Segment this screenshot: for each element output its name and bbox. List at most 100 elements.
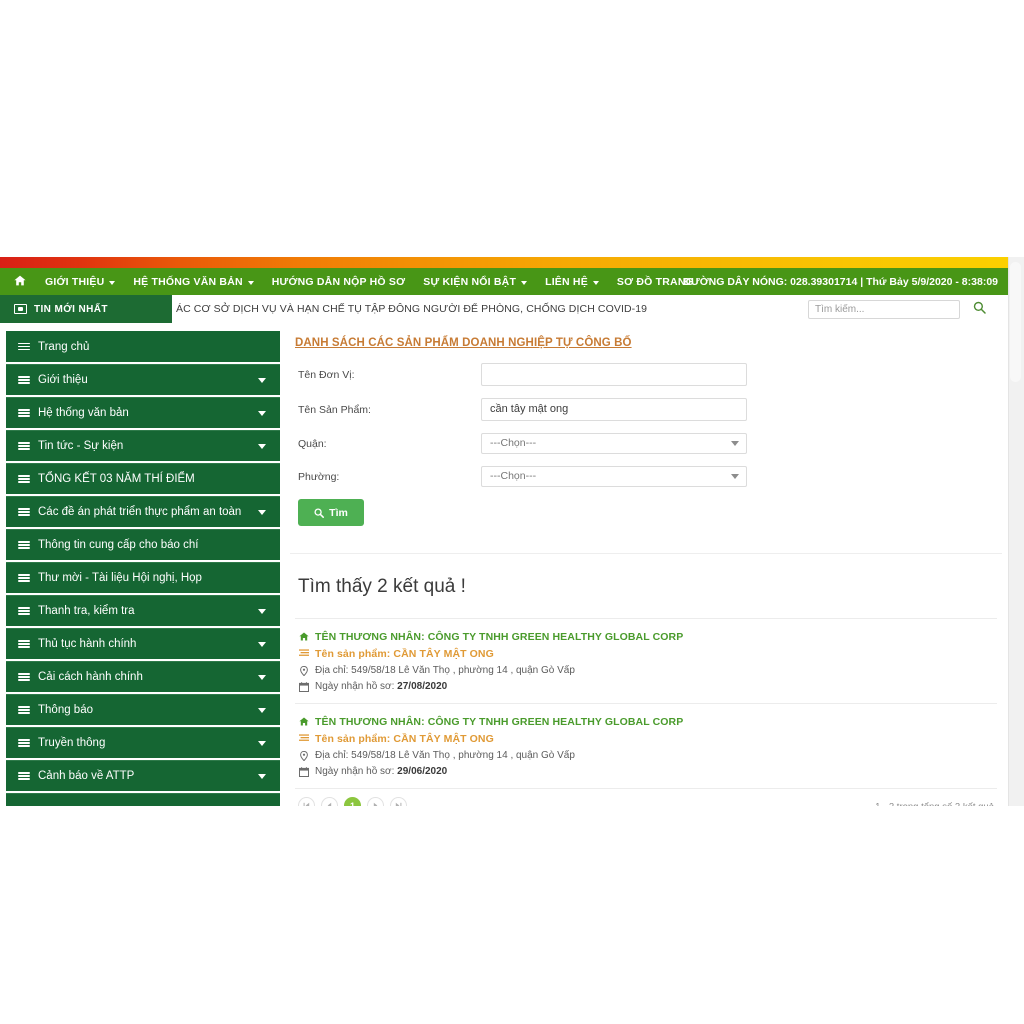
result-product: Tên sản phẩm: CẦN TÂY MẬT ONG (315, 648, 494, 660)
menu-lines-icon (18, 442, 30, 450)
sidebar-item-thanh-tra-kiem-tra[interactable]: Thanh tra, kiểm tra (6, 595, 280, 626)
sidebar-item-cai-cach-hanh-chinh[interactable]: Cải cách hành chính (6, 661, 280, 692)
search-form: Tên Đơn Vị: Tên Sản Phẩm: cần tây mật on… (290, 351, 1002, 537)
chevron-down-icon (258, 675, 266, 680)
results-heading: Tìm thấy 2 kết quả ! (298, 576, 466, 597)
sidebar-item-thong-tin-cung-cap-cho-bao-chi[interactable]: Thông tin cung cấp cho báo chí (6, 529, 280, 560)
select-phuong[interactable]: ---Chọn--- (481, 466, 747, 487)
page-number-button[interactable]: 1 (344, 797, 361, 806)
news-board-icon (14, 304, 27, 314)
input-ten-san-pham[interactable]: cần tây mật ong (481, 398, 747, 421)
nav-item-gioi-thieu[interactable]: GIỚI THIỆU (36, 268, 124, 295)
nav-label: HƯỚNG DẪN NỘP HỒ SƠ (271, 275, 406, 288)
sidebar-item-trang-chu[interactable]: Trang chủ (6, 331, 280, 362)
menu-lines-icon (18, 673, 30, 681)
chevron-down-icon (109, 280, 116, 285)
address-value: 549/58/18 Lê Văn Thọ , phường 14 , quận … (351, 665, 575, 676)
result-merchant: TÊN THƯƠNG NHÂN: CÔNG TY TNHH GREEN HEAL… (315, 716, 684, 728)
sidebar-item-label: Tin tức - Sự kiện (38, 440, 124, 452)
sidebar-item-partial[interactable] (6, 793, 280, 806)
page-title: DANH SÁCH CÁC SẢN PHẨM DOANH NGHIỆP TỰ C… (295, 337, 632, 349)
form-row-quan: Quận: ---Chọn--- (295, 433, 1002, 454)
menu-lines-icon (18, 772, 30, 780)
first-page-icon[interactable] (298, 797, 315, 806)
results-panel: Tìm thấy 2 kết quả ! TÊN THƯƠNG NHÂN: CÔ… (290, 553, 1002, 806)
home-solid-icon (298, 716, 309, 726)
sidebar-item-canh-bao-ve-attp[interactable]: Cảnh báo về ATTP (6, 760, 280, 791)
nav-label: GIỚI THIỆU (45, 275, 105, 288)
sidebar-item-gioi-thieu[interactable]: Giới thiệu (6, 364, 280, 395)
sidebar-item-label: Hệ thống văn bản (38, 407, 129, 419)
chevron-down-icon (258, 510, 266, 515)
input-ten-don-vi[interactable] (481, 363, 747, 386)
top-navigation-bar: GIỚI THIỆU HỆ THỐNG VĂN BẢN HƯỚNG DẪN NỘ… (0, 268, 1008, 295)
menu-lines-icon (18, 607, 30, 615)
result-item[interactable]: TÊN THƯƠNG NHÂN: CÔNG TY TNHH GREEN HEAL… (295, 618, 997, 703)
chevron-down-icon (258, 444, 266, 449)
chevron-down-icon (258, 411, 266, 416)
date-label: Ngày nhận hồ sơ: (315, 681, 395, 692)
result-address: Địa chỉ: 549/58/18 Lê Văn Thọ , phường 1… (315, 665, 575, 676)
result-item[interactable]: TÊN THƯƠNG NHÂN: CÔNG TY TNHH GREEN HEAL… (295, 703, 997, 788)
select-quan[interactable]: ---Chọn--- (481, 433, 747, 454)
sidebar-item-thong-bao[interactable]: Thông báo (6, 694, 280, 725)
search-icon (314, 507, 325, 518)
nav-item-lien-he[interactable]: LIÊN HỆ (536, 268, 608, 295)
last-page-icon[interactable] (390, 797, 407, 806)
page-scrollbar-thumb[interactable] (1010, 262, 1021, 382)
chevron-down-icon (258, 708, 266, 713)
date-label: Ngày nhận hồ sơ: (315, 766, 395, 777)
site-search-input[interactable]: Tìm kiếm... (808, 300, 960, 319)
nav-item-su-kien-noi-bat[interactable]: SỰ KIỆN NỔI BẬT (414, 268, 536, 295)
screenshot-root: Không bảo mật bqlattp.hochiminhcity.gov.… (0, 0, 1024, 1024)
sidebar-item-tin-tuc-su-kien[interactable]: Tin tức - Sự kiện (6, 430, 280, 461)
label-ten-san-pham: Tên Sản Phẩm: (298, 403, 371, 416)
result-date: Ngày nhận hồ sơ: 27/08/2020 (315, 681, 447, 692)
menu-lines-icon (18, 640, 30, 648)
menu-lines-icon (18, 409, 30, 417)
nav-label: SƠ ĐỒ TRANG (616, 275, 694, 288)
nav-label: HỆ THỐNG VĂN BẢN (133, 275, 243, 288)
list-icon (298, 733, 309, 743)
date-value: 27/08/2020 (397, 681, 448, 692)
sidebar-item-thu-moi-tai-lieu-hoi-nghi-hop[interactable]: Thư mời - Tài liệu Hội nghị, Họp (6, 562, 280, 593)
latest-news-label: TIN MỚI NHẤT (34, 303, 108, 315)
sidebar-item-thu-tuc-hanh-chinh[interactable]: Thủ tục hành chính (6, 628, 280, 659)
chevron-down-icon (521, 280, 528, 285)
address-value: 549/58/18 Lê Văn Thọ , phường 14 , quận … (351, 750, 575, 761)
nav-item-huong-dan-nop-ho-so[interactable]: HƯỚNG DẪN NỘP HỒ SƠ (263, 268, 415, 295)
ticker-headline[interactable]: ÁC CƠ SỞ DỊCH VỤ VÀ HẠN CHẾ TỤ TẬP ĐÔNG … (176, 295, 647, 323)
calendar-icon (298, 766, 309, 777)
sidebar-item-label: Truyền thông (38, 737, 106, 749)
sidebar-item-tong-ket-03-nam-thi-diem[interactable]: TỔNG KẾT 03 NĂM THÍ ĐIỂM (6, 463, 280, 494)
label-phuong: Phường: (298, 470, 340, 483)
nav-item-he-thong-van-ban[interactable]: HỆ THỐNG VĂN BẢN (124, 268, 262, 295)
sidebar-item-label: Cảnh báo về ATTP (38, 770, 135, 782)
select-quan-value: ---Chọn--- (490, 437, 537, 449)
latest-news-badge[interactable]: TIN MỚI NHẤT (0, 295, 172, 323)
sidebar-item-label: Thông báo (38, 704, 93, 716)
sidebar-item-cac-de-an-phat-trien-thuc-pham-an-toan[interactable]: Các đề án phát triển thực phẩm an toàn (6, 496, 280, 527)
result-product-line: Tên sản phẩm: CẦN TÂY MẬT ONG (298, 648, 994, 660)
result-product: Tên sản phẩm: CẦN TÂY MẬT ONG (315, 733, 494, 745)
sidebar-item-he-thong-van-ban[interactable]: Hệ thống văn bản (6, 397, 280, 428)
home-icon[interactable] (14, 275, 26, 288)
chevron-down-icon (247, 280, 254, 285)
sidebar-item-label: Thư mời - Tài liệu Hội nghị, Họp (38, 572, 202, 584)
news-ticker-row: TIN MỚI NHẤT ÁC CƠ SỞ DỊCH VỤ VÀ HẠN CHẾ… (0, 295, 1008, 323)
nav-label: LIÊN HỆ (545, 275, 588, 288)
search-icon[interactable] (973, 301, 986, 314)
header-gradient-banner (0, 257, 1008, 268)
sidebar-item-label: Thông tin cung cấp cho báo chí (38, 539, 199, 551)
next-page-icon[interactable] (367, 797, 384, 806)
prev-page-icon[interactable] (321, 797, 338, 806)
chevron-down-icon (731, 474, 739, 479)
list-icon (298, 648, 309, 658)
sidebar-item-label: Cải cách hành chính (38, 671, 143, 683)
sidebar-item-truyen-thong[interactable]: Truyền thông (6, 727, 280, 758)
sidebar-menu: Trang chủ Giới thiệu Hệ thống văn bản Ti… (6, 331, 280, 806)
search-submit-button[interactable]: Tìm (298, 499, 364, 526)
chevron-down-icon (258, 774, 266, 779)
chevron-down-icon (258, 378, 266, 383)
website-page: GIỚI THIỆU HỆ THỐNG VĂN BẢN HƯỚNG DẪN NỘ… (0, 257, 1008, 806)
